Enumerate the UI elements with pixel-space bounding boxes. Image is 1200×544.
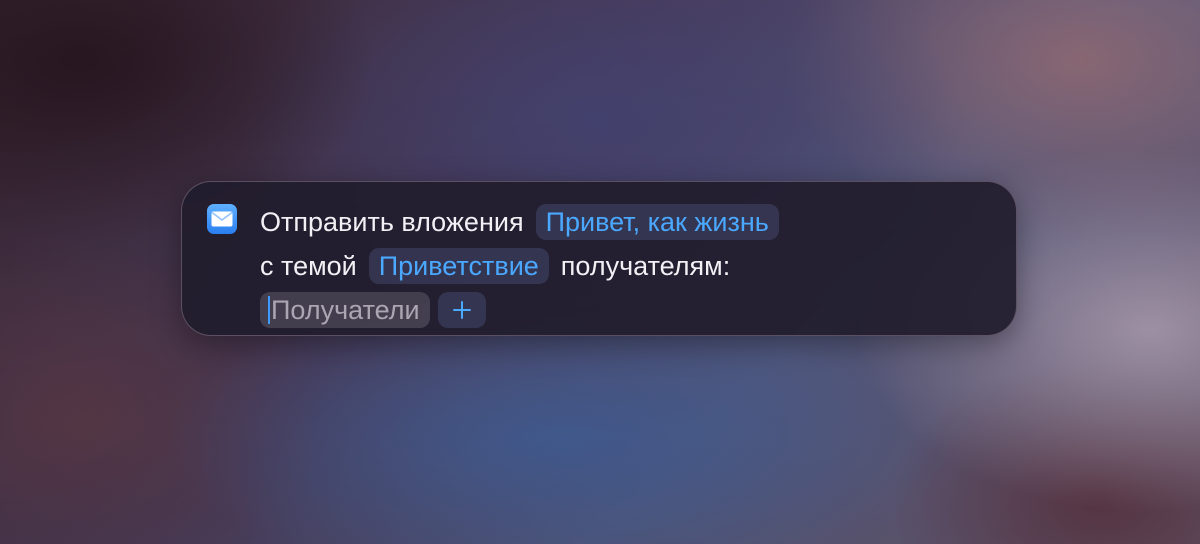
- subject-parameter-token[interactable]: Приветствие: [368, 248, 549, 284]
- recipients-label-text: получателям:: [560, 251, 731, 281]
- text-caret: [268, 295, 270, 324]
- attachments-parameter-token[interactable]: Привет, как жизнь: [535, 204, 779, 240]
- recipients-placeholder: Получатели: [271, 295, 420, 325]
- send-mail-action-card[interactable]: Отправить вложения Привет, как жизнь с т…: [181, 181, 1017, 336]
- action-sentence: Отправить вложения Привет, как жизнь с т…: [260, 200, 980, 332]
- subject-label-text: с темой: [260, 251, 357, 281]
- sentence-line-2: с темой Приветствие получателям:: [260, 244, 980, 288]
- plus-icon: [452, 301, 471, 319]
- action-verb-text: Отправить вложения: [260, 207, 524, 237]
- sentence-line-3: Получатели: [260, 288, 980, 332]
- recipients-input[interactable]: Получатели: [260, 292, 430, 328]
- mail-envelope-icon: [207, 204, 237, 234]
- add-recipient-button[interactable]: [437, 292, 486, 328]
- sentence-line-1: Отправить вложения Привет, как жизнь: [260, 200, 980, 244]
